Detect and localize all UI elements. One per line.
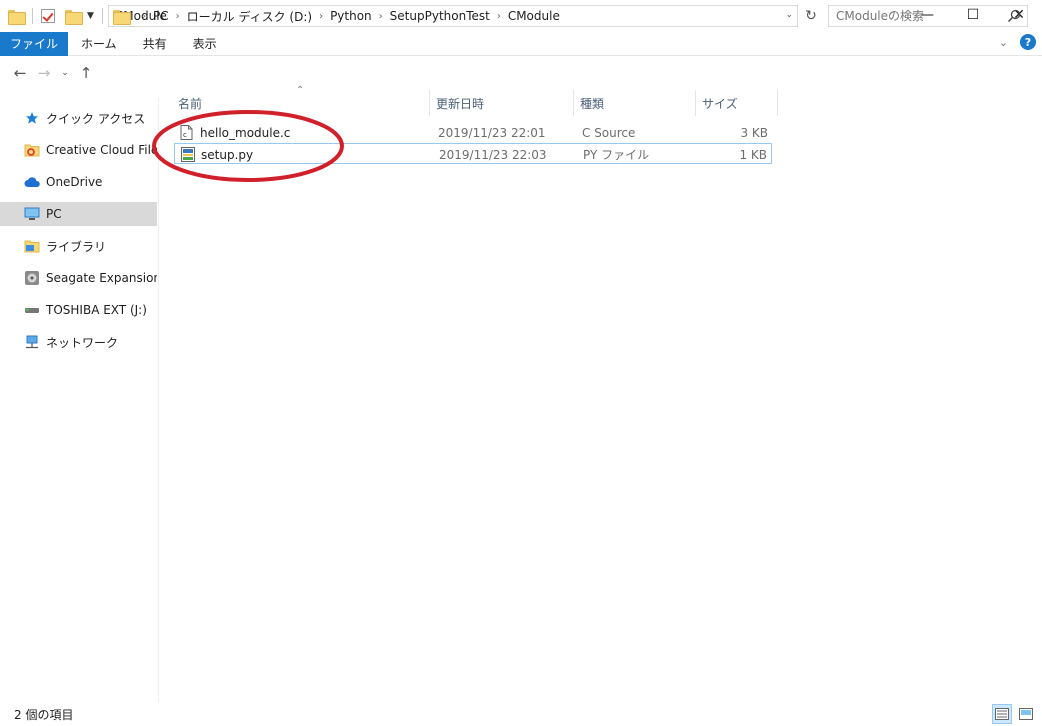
address-history-chevron-icon[interactable]: ⌄ (785, 10, 793, 20)
drive-icon (24, 270, 40, 286)
refresh-icon[interactable]: ↻ (800, 5, 822, 27)
tab-share[interactable]: 共有 (130, 32, 180, 56)
search-box[interactable] (828, 5, 1028, 27)
details-view-icon (995, 708, 1009, 720)
cloud-icon (24, 174, 40, 190)
customize-toolbar-dropdown-icon[interactable]: ▼ (87, 11, 94, 21)
sidebar-item-label: OneDrive (46, 175, 103, 189)
sidebar-item-library[interactable]: ライブラリ (0, 234, 157, 258)
breadcrumb-separator-icon[interactable]: › (497, 11, 501, 22)
new-folder-icon[interactable] (65, 9, 83, 25)
large-icons-view-icon (1019, 708, 1033, 720)
up-arrow-icon[interactable]: ↑ (74, 64, 98, 82)
breadcrumb-local-disk[interactable]: ローカル ディスク (D:) (187, 8, 312, 25)
file-type: C Source (582, 125, 636, 140)
sidebar-item-network[interactable]: ネットワーク (0, 330, 157, 354)
sidebar-item-onedrive[interactable]: OneDrive (0, 170, 157, 194)
star-icon (24, 110, 40, 126)
ribbon-tabs: ファイル ホーム 共有 表示 ⌄ ? (0, 31, 1042, 56)
breadcrumb-separator-icon[interactable]: › (142, 11, 146, 22)
file-date: 2019/11/23 22:03 (439, 147, 547, 162)
properties-icon[interactable] (41, 9, 55, 23)
network-icon (24, 334, 40, 350)
search-input[interactable] (836, 9, 996, 23)
folder-icon[interactable] (8, 9, 26, 25)
folder-icon (113, 9, 131, 25)
large-icons-view-button[interactable] (1016, 704, 1036, 724)
recent-locations-chevron-icon[interactable]: ⌄ (56, 68, 74, 78)
breadcrumb-pc[interactable]: PC (153, 9, 169, 23)
sort-ascending-icon: ⌃ (296, 85, 305, 96)
forward-arrow-icon[interactable]: → (32, 64, 56, 82)
sidebar-item-label: Seagate Expansion Dr (46, 271, 157, 285)
file-row[interactable]: setup.py 2019/11/23 22:03 PY ファイル 1 KB (174, 143, 772, 164)
c-source-file-icon: c (180, 125, 193, 140)
sidebar-item-quick-access[interactable]: クイック アクセス (0, 106, 157, 130)
toolbar-divider (101, 8, 103, 24)
file-name-cell: setup.py (181, 144, 253, 165)
sidebar-item-pc[interactable]: PC (0, 202, 157, 226)
breadcrumb-separator-icon[interactable]: › (319, 11, 323, 22)
sidebar-item-label: PC (46, 207, 62, 221)
back-arrow-icon[interactable]: ← (8, 64, 32, 82)
file-list-header: 名前 更新日時 種類 サイズ ⌃ (172, 85, 778, 116)
breadcrumb-setuppythontest[interactable]: SetupPythonTest (390, 9, 490, 23)
breadcrumb-python[interactable]: Python (330, 9, 372, 23)
tab-file[interactable]: ファイル (0, 31, 69, 56)
file-size: 1 KB (739, 147, 767, 162)
quick-access-toolbar: ▼ (0, 8, 107, 25)
file-row[interactable]: c hello_module.c 2019/11/23 22:01 C Sour… (174, 122, 772, 143)
sidebar-item-creative-cloud[interactable]: Creative Cloud Files (0, 138, 157, 162)
details-view-button[interactable] (992, 704, 1012, 724)
toolbar-divider (32, 8, 33, 24)
help-icon[interactable]: ? (1020, 34, 1036, 50)
monitor-icon (24, 206, 40, 222)
column-header-type[interactable]: 種類 (574, 90, 696, 116)
breadcrumb-cmodule[interactable]: CModule (508, 9, 560, 23)
sidebar-item-label: ライブラリ (46, 239, 107, 254)
file-name: hello_module.c (200, 125, 291, 140)
sidebar-item-toshiba[interactable]: TOSHIBA EXT (J:) (0, 298, 157, 322)
svg-text:c: c (183, 131, 187, 139)
search-icon[interactable] (1007, 9, 1021, 23)
expand-ribbon-chevron-icon[interactable]: ⌄ (999, 36, 1008, 49)
status-bar: 2 個の項目 (0, 702, 1042, 726)
creative-cloud-icon (24, 142, 40, 158)
sidebar-item-label: TOSHIBA EXT (J:) (46, 303, 147, 317)
sidebar-item-label: クイック アクセス (46, 111, 146, 126)
file-name: setup.py (201, 147, 254, 162)
sidebar-item-seagate[interactable]: Seagate Expansion Dr (0, 266, 157, 290)
tab-home[interactable]: ホーム (68, 32, 130, 56)
library-icon (24, 238, 40, 254)
sidebar-item-label: ネットワーク (46, 335, 119, 350)
file-size: 3 KB (740, 125, 768, 140)
python-file-icon (181, 147, 195, 162)
file-date: 2019/11/23 22:01 (438, 125, 546, 140)
tab-view[interactable]: 表示 (180, 32, 230, 56)
breadcrumb-separator-icon[interactable]: › (379, 11, 383, 22)
navigation-pane: クイック アクセス Creative Cloud Files OneDrive … (0, 98, 159, 702)
column-header-size[interactable]: サイズ (696, 90, 778, 116)
breadcrumb-separator-icon[interactable]: › (176, 11, 180, 22)
address-bar[interactable]: › PC › ローカル ディスク (D:) › Python › SetupPy… (108, 5, 798, 27)
column-header-date[interactable]: 更新日時 (430, 90, 574, 116)
usb-drive-icon (24, 302, 40, 318)
file-type: PY ファイル (583, 148, 650, 162)
file-name-cell: c hello_module.c (180, 122, 290, 143)
sidebar-item-label: Creative Cloud Files (46, 143, 157, 157)
item-count: 2 個の項目 (14, 707, 74, 722)
navigation-bar: ← → ⌄ ↑ (0, 57, 1042, 89)
